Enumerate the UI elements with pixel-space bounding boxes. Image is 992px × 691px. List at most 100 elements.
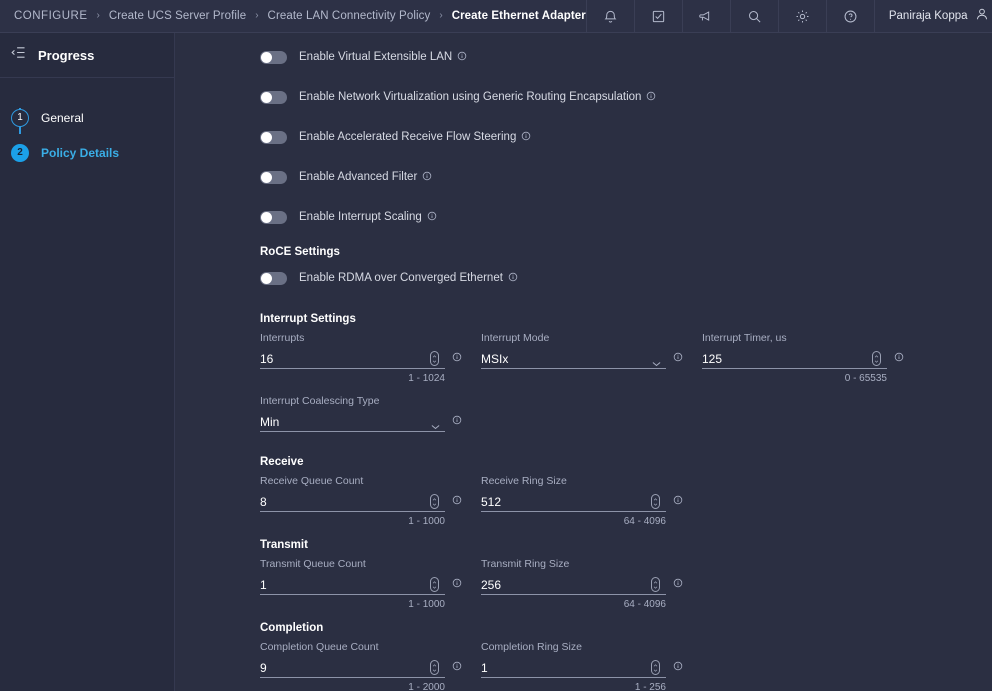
info-icon[interactable] — [457, 51, 467, 64]
select-value-interrupt-coalescing-type: Min — [260, 414, 280, 429]
stepper-completion-ring-size[interactable] — [651, 660, 660, 675]
input-completion-ring-size[interactable]: 1 — [481, 659, 666, 678]
info-icon[interactable] — [646, 91, 656, 104]
toggle-row-interrupt-scaling: Enable Interrupt Scaling — [260, 204, 992, 230]
input-transmit-queue-count[interactable]: 1 — [260, 576, 445, 595]
help-icon[interactable] — [825, 0, 874, 33]
toggle-enable-virtual-extensible-lan[interactable] — [260, 50, 287, 64]
info-icon[interactable] — [452, 492, 462, 510]
chevron-down-icon[interactable] — [431, 417, 440, 435]
field-range-transmit-ring-size: 64 - 4096 — [623, 599, 666, 610]
toggle-label-rdma: Enable RDMA over Converged Ethernet — [299, 272, 518, 285]
gear-icon[interactable] — [777, 0, 826, 33]
step-number-badge-2: 2 — [11, 143, 29, 162]
stepper-transmit-queue-count[interactable] — [430, 577, 439, 592]
checklist-icon[interactable] — [633, 0, 682, 33]
select-interrupt-mode[interactable]: MSIx — [481, 350, 666, 369]
chevron-down-icon[interactable] — [652, 354, 661, 372]
info-icon[interactable] — [452, 575, 462, 593]
field-interrupt-coalescing-type: Interrupt Coalescing Type Min — [260, 395, 466, 432]
breadcrumb-item-configure[interactable]: CONFIGURE — [14, 10, 88, 22]
toggle-text: Enable Interrupt Scaling — [299, 211, 422, 223]
field-label-transmit-queue-count: Transmit Queue Count — [260, 558, 366, 570]
input-interrupt-timer[interactable]: 125 — [702, 350, 887, 369]
info-icon[interactable] — [894, 349, 904, 367]
sidebar-step-label-policy-details: Policy Details — [41, 145, 120, 160]
toggle-label-advanced-filter: Enable Advanced Filter — [299, 171, 432, 184]
info-icon[interactable] — [452, 349, 462, 367]
field-interrupt-mode: Interrupt Mode MSIx — [481, 332, 687, 369]
toggle-row-rdma: Enable RDMA over Converged Ethernet — [260, 265, 992, 291]
select-value-interrupt-mode: MSIx — [481, 351, 509, 366]
input-value-receive-queue-count: 8 — [260, 494, 267, 509]
toggle-enable-nvgre[interactable] — [260, 90, 287, 104]
toggle-label-nvgre: Enable Network Virtualization using Gene… — [299, 91, 656, 104]
info-icon[interactable] — [673, 658, 683, 676]
field-completion-ring-size: Completion Ring Size 1 1 - 256 — [481, 641, 687, 691]
field-completion-queue-count: Completion Queue Count 9 1 - 2000 — [260, 641, 466, 691]
user-menu[interactable]: Paniraja Koppa — [873, 0, 992, 33]
toggle-knob — [261, 91, 272, 103]
select-interrupt-coalescing-type[interactable]: Min — [260, 413, 445, 432]
field-label-interrupt-mode: Interrupt Mode — [481, 332, 550, 344]
info-icon[interactable] — [521, 131, 531, 144]
breadcrumb-item-create-lan-connectivity-policy[interactable]: Create LAN Connectivity Policy — [268, 10, 431, 22]
input-interrupts[interactable]: 16 — [260, 350, 445, 369]
info-icon[interactable] — [673, 492, 683, 510]
toggle-text: Enable RDMA over Converged Ethernet — [299, 272, 503, 284]
stepper-completion-queue-count[interactable] — [430, 660, 439, 675]
info-icon[interactable] — [673, 575, 683, 593]
progress-header: Progress — [0, 33, 174, 78]
toggle-row-virtual-extensible-lan: Enable Virtual Extensible LAN — [260, 44, 992, 70]
megaphone-icon[interactable] — [681, 0, 730, 33]
field-range-receive-queue-count: 1 - 1000 — [408, 516, 445, 527]
section-title-interrupt-settings: Interrupt Settings — [260, 313, 356, 325]
toggle-enable-interrupt-scaling[interactable] — [260, 210, 287, 224]
info-icon[interactable] — [452, 412, 462, 430]
input-receive-queue-count[interactable]: 8 — [260, 493, 445, 512]
breadcrumb-separator-icon: › — [96, 10, 100, 21]
section-title-roce-settings: RoCE Settings — [260, 246, 340, 258]
progress-title: Progress — [38, 47, 95, 63]
stepper-transmit-ring-size[interactable] — [651, 577, 660, 592]
completion-row: Completion Queue Count 9 1 - 2000 Comple… — [260, 641, 992, 691]
stepper-receive-ring-size[interactable] — [651, 494, 660, 509]
bell-icon[interactable] — [585, 0, 634, 33]
toggle-row-arfs: Enable Accelerated Receive Flow Steering — [260, 124, 992, 150]
field-receive-queue-count: Receive Queue Count 8 1 - 1000 — [260, 475, 466, 528]
toggle-enable-accelerated-receive-flow-steering[interactable] — [260, 130, 287, 144]
field-label-interrupts: Interrupts — [260, 332, 305, 344]
breadcrumb-item-create-ucs-server-profile[interactable]: Create UCS Server Profile — [109, 10, 246, 22]
stepper-receive-queue-count[interactable] — [430, 494, 439, 509]
search-icon[interactable] — [729, 0, 778, 33]
field-label-transmit-ring-size: Transmit Ring Size — [481, 558, 570, 570]
info-icon[interactable] — [673, 349, 683, 367]
toggle-knob — [261, 272, 272, 284]
stepper-interrupt-timer[interactable] — [872, 351, 881, 366]
toggle-text: Enable Advanced Filter — [299, 171, 418, 183]
header-icon-group: Paniraja Koppa — [585, 0, 992, 33]
toggle-enable-rdma-over-converged-ethernet[interactable] — [260, 271, 287, 285]
toggle-text: Enable Network Virtualization using Gene… — [299, 91, 642, 103]
info-icon[interactable] — [508, 272, 518, 285]
field-col-interrupt-coalescing: Interrupt Coalescing Type Min — [260, 395, 481, 436]
user-icon — [975, 7, 989, 26]
input-completion-queue-count[interactable]: 9 — [260, 659, 445, 678]
input-receive-ring-size[interactable]: 512 — [481, 493, 666, 512]
info-icon[interactable] — [452, 658, 462, 676]
field-col-transmit-queue-count: Transmit Queue Count 1 1 - 1000 — [260, 558, 481, 611]
policy-details-panel: Enable Virtual Extensible LAN Enable Net… — [176, 33, 992, 691]
sidebar-step-policy-details[interactable]: 2 Policy Details — [0, 135, 174, 170]
toggle-enable-advanced-filter[interactable] — [260, 170, 287, 184]
collapse-panel-icon[interactable] — [11, 46, 26, 64]
toggle-text: Enable Virtual Extensible LAN — [299, 51, 453, 63]
stepper-interrupts[interactable] — [430, 351, 439, 366]
input-value-interrupt-timer: 125 — [702, 351, 723, 366]
top-header-bar: CONFIGURE › Create UCS Server Profile › … — [0, 0, 992, 33]
receive-row: Receive Queue Count 8 1 - 1000 Receive R… — [260, 475, 992, 528]
info-icon[interactable] — [422, 171, 432, 184]
info-icon[interactable] — [427, 211, 437, 224]
sidebar-step-general[interactable]: 1 General — [0, 100, 174, 135]
toggle-label-interrupt-scaling: Enable Interrupt Scaling — [299, 211, 437, 224]
input-transmit-ring-size[interactable]: 256 — [481, 576, 666, 595]
